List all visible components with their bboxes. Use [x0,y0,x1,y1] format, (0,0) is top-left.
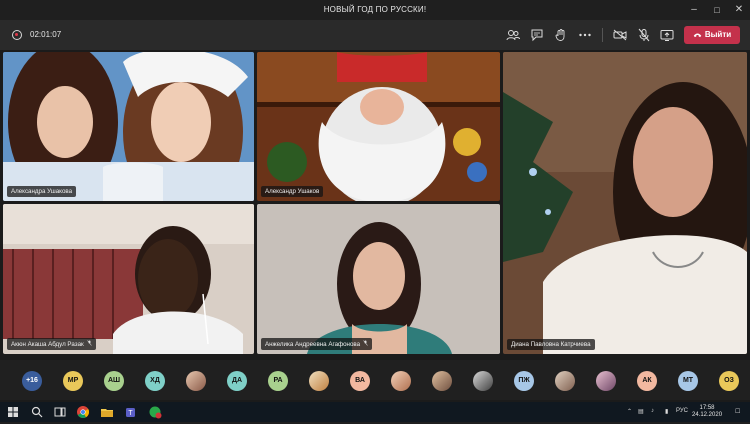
clock-time: 17:58 [699,405,715,411]
leave-label: Выйти [704,30,732,39]
toolbar-divider [602,28,603,42]
participant-name-5: Анжелика Андреевна Агафонова [261,338,373,350]
taskbar-clock[interactable]: 17:58 24.12.2020 [692,405,722,419]
video-tile-2[interactable]: Александр Ушаков [257,52,500,201]
teams-icon[interactable]: T [124,405,138,419]
windows-start-icon[interactable] [6,405,20,419]
more-options-icon[interactable] [577,27,593,43]
network-icon[interactable]: ▤ [638,408,644,415]
video-tile-5[interactable]: Анжелика Андреевна Агафонова [257,204,500,354]
video-tile-3[interactable]: Диана Павловна Катрчиева [503,52,747,354]
avatar[interactable] [596,371,616,391]
avatar[interactable]: ПЖ [514,371,534,391]
participant-name-1: Александра Ушакова [7,186,77,197]
overflow-participants-badge[interactable]: +16 [22,371,42,391]
notification-app-icon[interactable] [148,405,162,419]
maximize-icon[interactable]: □ [706,0,728,20]
svg-text:T: T [128,410,133,417]
mic-muted-icon [363,340,368,346]
chat-icon[interactable] [529,27,545,43]
mic-off-icon[interactable] [636,27,652,43]
avatar[interactable]: ХД [145,371,165,391]
avatar[interactable]: МР [63,371,83,391]
participant-name-6: Диана Павловна Катрчиева [507,339,595,350]
video-feed-1 [3,52,254,201]
clock-date: 24.12.2020 [692,412,723,418]
avatar[interactable] [473,371,493,391]
language-indicator[interactable]: РУС [676,408,688,414]
video-feed-5 [257,204,500,354]
title-bar: НОВЫЙ ГОД ПО РУССКИ! – □ ✕ [0,0,750,20]
search-icon[interactable] [30,405,44,419]
mic-muted-icon [86,340,92,346]
recording-icon [12,30,22,40]
windows-taskbar: T ⌃ ▤ ♪ ▮ РУС 17:58 24.12.2020 ☐ [0,402,750,422]
avatar[interactable]: МТ [678,371,698,391]
avatar[interactable]: АК [637,371,657,391]
avatar[interactable]: АШ [104,371,124,391]
minimize-icon[interactable]: – [683,0,705,20]
video-tile-4[interactable]: Акюн Акаша Абдул Разак [3,204,254,354]
participant-strip: +16 МР АШ ХД ДА РА ВА ПЖ АК МТ ОЗ [0,360,750,400]
window-title: НОВЫЙ ГОД ПО РУССКИ! [323,5,427,14]
close-icon[interactable]: ✕ [728,0,750,20]
teams-meeting-window: НОВЫЙ ГОД ПО РУССКИ! – □ ✕ 02:01:07 Выйт… [0,0,750,422]
leave-button[interactable]: Выйти [684,26,740,44]
avatar[interactable] [309,371,329,391]
avatar[interactable] [432,371,452,391]
avatar[interactable]: ВА [350,371,370,391]
avatar[interactable] [391,371,411,391]
tray-chevron-icon[interactable]: ⌃ [627,408,632,415]
chrome-icon[interactable] [76,405,90,419]
meeting-timer: 02:01:07 [30,30,62,39]
raise-hand-icon[interactable] [553,27,569,43]
avatar[interactable] [555,371,575,391]
participants-icon[interactable] [505,27,521,43]
avatar[interactable] [186,371,206,391]
file-explorer-icon[interactable] [100,405,114,419]
meeting-toolbar: 02:01:07 Выйти [0,20,750,50]
participant-name-4: Акюн Акаша Абдул Разак [7,338,96,350]
phone-hangup-icon [693,33,702,37]
notifications-icon[interactable]: ☐ [735,408,740,415]
volume-icon[interactable]: ♪ [651,408,654,414]
avatar[interactable]: РА [268,371,288,391]
participant-name-2: Александр Ушаков [261,186,324,197]
task-view-icon[interactable] [53,405,67,419]
share-screen-icon[interactable] [659,27,675,43]
video-tile-1[interactable]: Александра Ушакова [3,52,254,201]
camera-off-icon[interactable] [612,27,628,43]
video-feed-4 [3,204,254,354]
avatar[interactable]: ДА [227,371,247,391]
battery-icon[interactable]: ▮ [665,408,668,415]
avatar[interactable]: ОЗ [719,371,739,391]
video-feed-3 [503,52,747,354]
video-feed-2 [257,52,500,201]
